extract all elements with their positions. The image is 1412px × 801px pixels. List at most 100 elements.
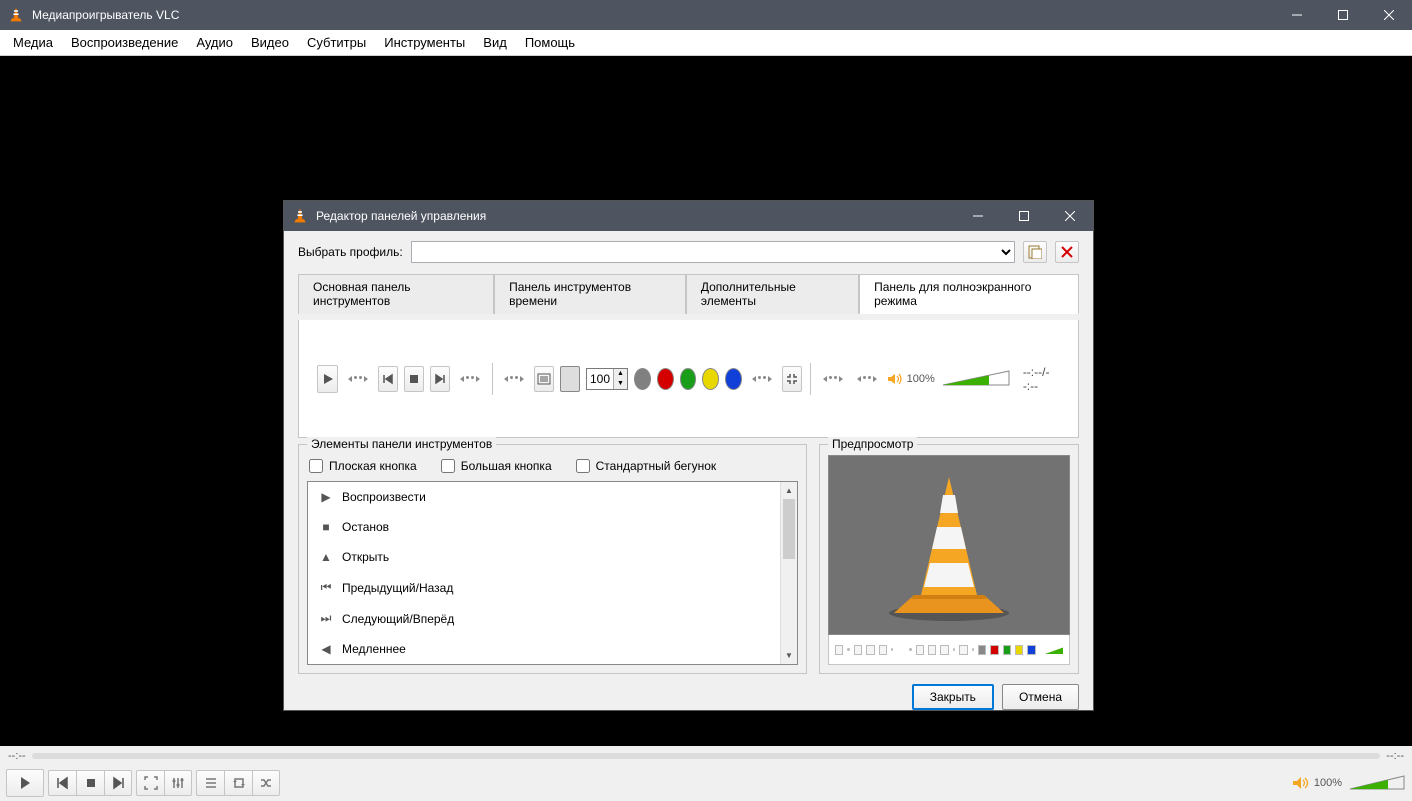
dialog-title: Редактор панелей управления	[316, 209, 955, 223]
checkbox-flat[interactable]: Плоская кнопка	[309, 459, 417, 473]
tb-next-button[interactable]	[430, 366, 450, 392]
menu-subtitles[interactable]: Субтитры	[298, 30, 375, 55]
speaker-icon	[887, 372, 903, 386]
tb-volume[interactable]: 100%	[887, 369, 1011, 389]
dialog-minimize-button[interactable]	[955, 201, 1001, 231]
maximize-button[interactable]	[1320, 0, 1366, 30]
list-item: ⏮Предыдущий/Назад	[308, 572, 797, 603]
tb-volume-label: 100%	[907, 373, 935, 385]
tb-color-red[interactable]	[657, 368, 674, 390]
mini-btn	[959, 645, 967, 655]
mini-btn	[1003, 645, 1011, 655]
profile-select[interactable]	[411, 241, 1015, 263]
tab-time-toolbar[interactable]: Панель инструментов времени	[494, 274, 686, 314]
tb-prev-button[interactable]	[378, 366, 398, 392]
preview-controls	[828, 635, 1070, 665]
menu-video[interactable]: Видео	[242, 30, 298, 55]
tab-main-toolbar[interactable]: Основная панель инструментов	[298, 274, 494, 314]
mini-btn	[866, 645, 874, 655]
shuffle-button[interactable]	[252, 770, 280, 796]
menu-playback[interactable]: Воспроизведение	[62, 30, 187, 55]
fullscreen-toolbar-preview[interactable]: ▲▼ 100% -	[298, 320, 1079, 438]
volume-label: 100%	[1314, 777, 1342, 789]
window-title: Медиапроигрыватель VLC	[32, 8, 1274, 22]
loop-button[interactable]	[224, 770, 252, 796]
volume-slider[interactable]	[1348, 774, 1406, 792]
preview-video	[828, 455, 1070, 635]
volume-triangle-icon[interactable]	[941, 369, 1011, 389]
controls-row: 100%	[0, 766, 1412, 800]
tb-color-grey[interactable]	[634, 368, 651, 390]
tb-color-blue[interactable]	[725, 368, 742, 390]
minimize-button[interactable]	[1274, 0, 1320, 30]
play-button[interactable]	[6, 769, 44, 797]
scroll-thumb[interactable]	[783, 499, 795, 559]
profile-row: Выбрать профиль:	[298, 241, 1079, 263]
mini-btn	[990, 645, 998, 655]
ext-settings-button[interactable]	[164, 770, 192, 796]
tb-teletext-button[interactable]	[534, 366, 554, 392]
elements-list[interactable]: ▶Воспроизвести ■Останов ▲Открыть ⏮Предыд…	[307, 481, 798, 665]
menu-help[interactable]: Помощь	[516, 30, 584, 55]
mini-btn	[1027, 645, 1035, 655]
menu-view[interactable]: Вид	[474, 30, 516, 55]
playlist-button[interactable]	[196, 770, 224, 796]
mini-btn	[854, 645, 862, 655]
menu-tools[interactable]: Инструменты	[375, 30, 474, 55]
mini-btn	[978, 645, 986, 655]
tb-spacer-6[interactable]	[853, 376, 881, 382]
tb-defullscreen-button[interactable]	[782, 366, 802, 392]
dialog-maximize-button[interactable]	[1001, 201, 1047, 231]
tb-page-input[interactable]	[587, 369, 613, 389]
tb-separator-1	[492, 363, 493, 395]
toolbar-editor-dialog: Редактор панелей управления Выбрать проф…	[283, 200, 1094, 711]
mini-btn	[1015, 645, 1023, 655]
tb-spacer-2[interactable]	[456, 376, 484, 382]
tb-color-green[interactable]	[680, 368, 697, 390]
main-titlebar: Медиапроигрыватель VLC	[0, 0, 1412, 30]
next-button[interactable]	[104, 770, 132, 796]
new-profile-button[interactable]	[1023, 241, 1047, 263]
tab-advanced[interactable]: Дополнительные элементы	[686, 274, 859, 314]
mini-volume-icon	[1044, 645, 1063, 655]
tb-page-spinner[interactable]: ▲▼	[586, 368, 628, 390]
dialog-close-button[interactable]	[1047, 201, 1093, 231]
mini-btn	[916, 645, 924, 655]
delete-profile-button[interactable]	[1055, 241, 1079, 263]
close-dialog-button[interactable]: Закрыть	[912, 684, 994, 710]
tb-play-button[interactable]	[317, 365, 338, 393]
seek-row: --:-- --:--	[0, 746, 1412, 766]
tb-spacer-4[interactable]	[748, 376, 776, 382]
tb-spacer-5[interactable]	[819, 376, 847, 382]
list-item: ◀Медленнее	[308, 634, 797, 664]
spin-down[interactable]: ▼	[614, 379, 627, 389]
menu-media[interactable]: Медиа	[4, 30, 62, 55]
tb-transparent-button[interactable]	[560, 366, 580, 392]
menu-audio[interactable]: Аудио	[187, 30, 242, 55]
seek-slider[interactable]	[32, 753, 1381, 759]
tabs: Основная панель инструментов Панель инст…	[298, 273, 1079, 314]
menubar: Медиа Воспроизведение Аудио Видео Субтит…	[0, 30, 1412, 56]
tb-stop-button[interactable]	[404, 366, 424, 392]
time-total: --:--	[1386, 750, 1404, 762]
tb-color-yellow[interactable]	[702, 368, 719, 390]
list-scrollbar[interactable]: ▲ ▼	[780, 482, 797, 664]
profile-label: Выбрать профиль:	[298, 245, 403, 259]
prev-button[interactable]	[48, 770, 76, 796]
scroll-up[interactable]: ▲	[781, 482, 797, 499]
stop-button[interactable]	[76, 770, 104, 796]
tb-spacer-3[interactable]	[500, 376, 528, 382]
close-button[interactable]	[1366, 0, 1412, 30]
checkbox-big[interactable]: Большая кнопка	[441, 459, 552, 473]
time-elapsed: --:--	[8, 750, 26, 762]
tab-fullscreen[interactable]: Панель для полноэкранного режима	[859, 274, 1079, 314]
checkbox-slider[interactable]: Стандартный бегунок	[576, 459, 717, 473]
list-item: ■Останов	[308, 512, 797, 542]
slower-icon: ◀	[320, 642, 332, 656]
fullscreen-button[interactable]	[136, 770, 164, 796]
volume-control[interactable]: 100%	[1292, 774, 1406, 792]
tb-spacer-1[interactable]	[344, 376, 372, 382]
cancel-dialog-button[interactable]: Отмена	[1002, 684, 1079, 710]
spin-up[interactable]: ▲	[614, 369, 627, 379]
scroll-down[interactable]: ▼	[781, 647, 797, 664]
